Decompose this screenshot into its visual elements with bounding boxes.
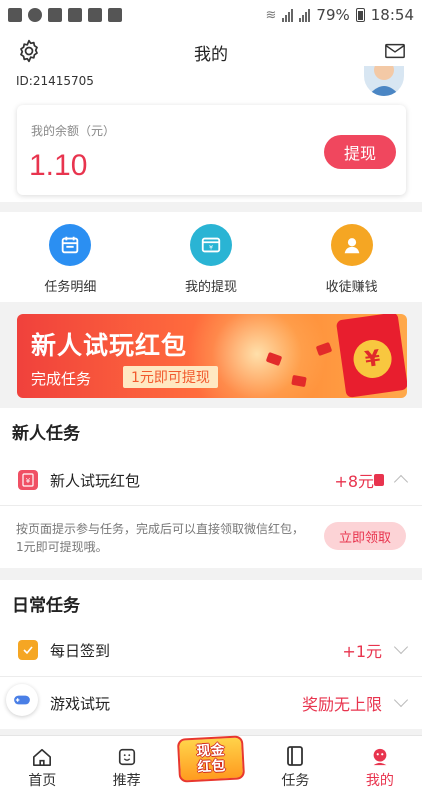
task-name: 游戏试玩 — [50, 694, 111, 713]
svg-text:¥: ¥ — [209, 244, 213, 252]
new-tasks-header: 新人任务 — [0, 408, 422, 454]
task-row-daily-checkin[interactable]: 每日签到 +1元 — [0, 624, 422, 676]
balance-card: 我的余额（元） 1.10 提现 — [17, 105, 406, 195]
battery-percent: 79% — [316, 6, 350, 24]
task-description: 按页面提示参与任务，完成后可以直接领取微信红包，1元即可提现哦。 — [16, 522, 305, 554]
gear-icon[interactable] — [16, 38, 42, 64]
task-row-game-trial[interactable]: 游戏试玩 奖励无上限 — [0, 677, 422, 729]
user-id: ID:21415705 — [16, 74, 94, 88]
withdraw-button[interactable]: 提现 — [324, 135, 396, 169]
svg-text:¥: ¥ — [26, 477, 31, 485]
chevron-up-icon[interactable] — [393, 474, 409, 490]
task-icon — [287, 746, 304, 766]
task-reward: +8元 — [334, 472, 374, 491]
image-icon — [108, 8, 122, 22]
tab-label: 推荐 — [112, 773, 141, 789]
wallet-icon: ¥ — [190, 224, 232, 266]
tab-mine[interactable]: 我的 — [338, 736, 422, 796]
square-icon — [68, 8, 82, 22]
big-red-packet-icon: ¥ — [335, 314, 407, 398]
battery-icon — [355, 8, 365, 22]
signal-icon-2 — [299, 8, 311, 22]
task-name: 新人试玩红包 — [50, 471, 141, 490]
cash-red-packet-button[interactable]: 现金 红包 — [176, 735, 246, 787]
section-title: 新人任务 — [12, 424, 80, 444]
badge-text-bottom: 红包 — [197, 758, 226, 776]
menu-item-task-details[interactable]: 任务明细 — [0, 212, 141, 302]
balance-value: 1.10 — [29, 149, 88, 182]
profile-strip: ID:21415705 — [0, 66, 422, 102]
task-reward: 奖励无上限 — [301, 695, 382, 714]
activity-icon — [88, 8, 102, 22]
wifi-icon: ≋ — [265, 7, 277, 23]
menu-item-my-withdrawals[interactable]: ¥ 我的提现 — [141, 212, 282, 302]
bag-icon — [48, 8, 62, 22]
user-icon — [373, 748, 387, 766]
quick-menu: 任务明细 ¥ 我的提现 收徒赚钱 — [0, 212, 422, 302]
status-bar: ≋ 79% 18:54 — [0, 0, 422, 30]
claim-button[interactable]: 立即领取 — [324, 522, 406, 550]
signal-icon — [282, 8, 294, 22]
banner-subtitle: 完成任务 — [31, 370, 92, 388]
tab-tasks[interactable]: 任务 — [253, 736, 337, 796]
task-reward: +1元 — [342, 642, 382, 661]
home-icon — [33, 748, 52, 766]
tab-label: 任务 — [281, 773, 310, 789]
menu-label: 收徒赚钱 — [325, 280, 378, 295]
header: 我的 — [0, 30, 422, 74]
banner-title: 新人试玩红包 — [31, 331, 188, 360]
promo-banner[interactable]: 新人试玩红包 完成任务 1元即可提现 ¥ — [17, 314, 407, 398]
floating-game-button[interactable] — [6, 684, 38, 716]
avatar[interactable] — [364, 66, 404, 96]
tab-recommend[interactable]: 推荐 — [84, 736, 168, 796]
page-title: 我的 — [194, 44, 228, 65]
person-icon — [330, 224, 373, 266]
chevron-down-icon[interactable] — [393, 692, 409, 708]
menu-label: 任务明细 — [44, 280, 97, 295]
app-icon — [28, 8, 42, 22]
balance-label: 我的余额（元） — [31, 124, 116, 138]
tab-label: 首页 — [28, 773, 57, 789]
red-packet-icon: ¥ — [18, 470, 38, 490]
message-icon — [8, 8, 22, 22]
yen-coin: ¥ — [351, 337, 395, 381]
tab-label: 我的 — [365, 773, 394, 789]
mail-icon[interactable] — [384, 40, 406, 62]
balance-section: 我的余额（元） 1.10 提现 — [0, 102, 422, 202]
reward-packet-icon — [374, 474, 384, 486]
daily-tasks-header: 日常任务 — [0, 580, 422, 624]
clock: 18:54 — [370, 6, 414, 24]
task-name: 每日签到 — [50, 641, 111, 660]
task-row-new-red-packet[interactable]: ¥ 新人试玩红包 +8元 — [0, 454, 422, 506]
menu-item-invite[interactable]: 收徒赚钱 — [281, 212, 422, 302]
notification-icons — [8, 8, 122, 22]
chevron-down-icon[interactable] — [393, 639, 409, 655]
banner-pill: 1元即可提现 — [123, 366, 218, 388]
checkin-icon — [18, 640, 38, 660]
tab-home[interactable]: 首页 — [0, 736, 84, 796]
section-title: 日常任务 — [12, 596, 80, 616]
cash-badge: 现金 红包 — [176, 735, 246, 783]
calendar-icon — [49, 224, 92, 266]
badge-text-top: 现金 — [196, 742, 225, 760]
menu-label: 我的提现 — [185, 280, 238, 295]
smile-icon — [118, 748, 135, 766]
